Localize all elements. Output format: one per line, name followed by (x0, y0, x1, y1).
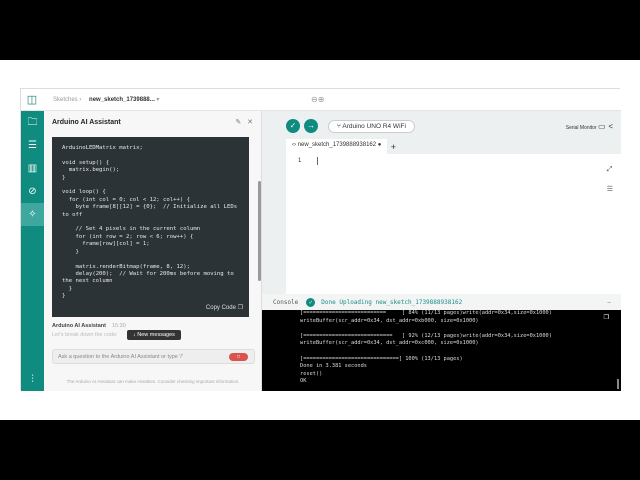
monitor-icon: ▭ (597, 122, 606, 131)
zoom-controls[interactable]: ⊖⊕ (311, 95, 324, 104)
assistant-message: Arduino AI Assistant 15:30 Let's break dow… (52, 323, 126, 338)
breadcrumb-sketches[interactable]: Sketches (53, 97, 78, 103)
expand-icon[interactable]: ⤢ (607, 160, 613, 180)
assistant-title: Arduino AI Assistant (52, 118, 121, 126)
settings-sliders-icon[interactable]: ⫶ (21, 368, 44, 391)
copy-output-icon[interactable]: ❐ (604, 313, 609, 322)
examples-compass-icon[interactable]: ⊘ (21, 180, 44, 203)
minimize-console-button[interactable]: — (607, 299, 611, 306)
stop-button[interactable]: □ (229, 353, 248, 361)
success-check-icon: ✓ (306, 297, 316, 307)
message-text: Let's break down the code: (52, 332, 118, 338)
verify-button[interactable]: ✓ (286, 119, 300, 133)
console-text: [========================== ] 84% (11/13… (300, 310, 552, 385)
folder-icon[interactable]: 🗀 (21, 111, 44, 134)
left-nav: 🗀 ☰ ▥ ⊘ ✧ ⫶ (21, 111, 44, 391)
console-bar: Console ✓ Done Uploading new_sketch_1739… (262, 294, 621, 310)
format-icon[interactable]: ☰ (607, 180, 613, 200)
board-name: Arduino UNO R4 WiFi (342, 122, 406, 130)
new-messages-button[interactable]: ↓ New messages (127, 330, 181, 340)
code-text: ArduinoLEDMatrix matrix; void setup() { … (62, 145, 238, 300)
panel-scrollbar[interactable] (258, 181, 261, 281)
copy-icon: ❐ (237, 304, 243, 311)
console-status: Done Uploading new_sketch_1739888938162 (321, 298, 463, 306)
disclaimer: The Arduino AI Assistant can make mistak… (66, 379, 240, 384)
ai-assistant-icon[interactable]: ✧ (21, 203, 44, 226)
breadcrumb: Sketches › new_sketch_1739888... ▾ (53, 97, 160, 103)
message-time: 15:30 (112, 323, 126, 329)
close-icon[interactable]: ✕ (247, 119, 253, 126)
breadcrumb-sketch-name[interactable]: new_sketch_1739888... (89, 97, 155, 103)
usb-icon: ⑂ (337, 122, 341, 130)
console-scrollbar[interactable] (617, 379, 619, 389)
serial-monitor-label: Serial Monitor (565, 125, 597, 131)
console-label: Console (273, 298, 299, 306)
add-tab-button[interactable]: + (391, 142, 396, 152)
message-sender: Arduino AI Assistant (52, 323, 106, 329)
top-bar: ◫ Sketches › new_sketch_1739888... ▾ ⊖⊕ (21, 89, 621, 111)
share-icon[interactable]: < (608, 122, 613, 131)
editor-area: ✓ → ⑂ Arduino UNO R4 WiFi Serial Monitor… (262, 111, 621, 391)
code-editor[interactable]: 1 ⤢ ☰ (286, 154, 621, 294)
code-block: ArduinoLEDMatrix matrix; void setup() { … (52, 137, 249, 317)
arduino-cloud-editor: ◫ Sketches › new_sketch_1739888... ▾ ⊖⊕ … (20, 88, 621, 391)
upload-button[interactable]: → (304, 119, 318, 133)
edit-icon[interactable]: ✎ (235, 119, 241, 126)
sidebar-toggle-icon[interactable]: ◫ (21, 93, 43, 106)
copy-code-label: Copy Code (205, 304, 236, 311)
board-selector[interactable]: ⑂ Arduino UNO R4 WiFi (328, 119, 415, 133)
tab-label: new_sketch_1739888938162 (297, 142, 377, 148)
libraries-icon[interactable]: ▥ (21, 157, 44, 180)
line-number: 1 (298, 158, 302, 164)
copy-code-button[interactable]: Copy Code ❐ (206, 305, 243, 312)
tab-sketch[interactable]: ‹› new_sketch_1739888938162 ● (286, 139, 388, 154)
console-output: [========================== ] 84% (11/13… (262, 310, 621, 391)
ai-assistant-panel: Arduino AI Assistant ✎ ✕ ArduinoLEDMatrix… (44, 111, 262, 391)
text-cursor (317, 157, 318, 165)
new-messages-label: New messages (137, 332, 175, 338)
serial-monitor-button[interactable]: Serial Monitor ▭ < (566, 122, 613, 131)
ask-placeholder: Ask a question to the Arduino AI Assista… (58, 354, 184, 360)
ask-input[interactable]: Ask a question to the Arduino AI Assista… (52, 349, 255, 364)
sketchbook-icon[interactable]: ☰ (21, 134, 44, 157)
